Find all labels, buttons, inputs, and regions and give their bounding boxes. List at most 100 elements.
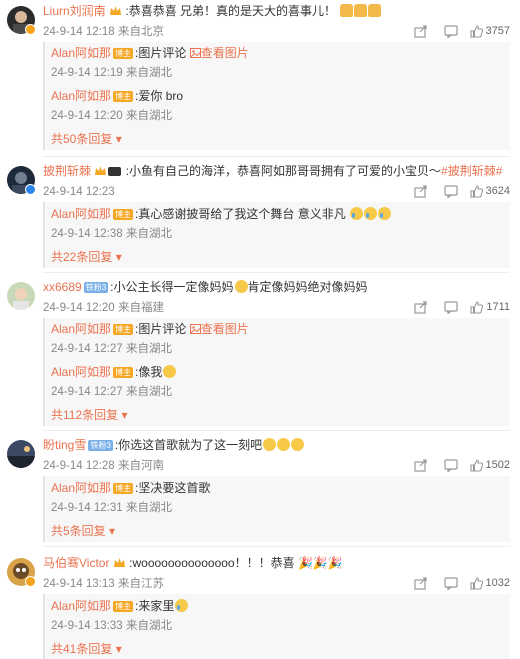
forward-icon[interactable]	[410, 182, 432, 200]
reply-username[interactable]: Alan阿如那	[51, 89, 111, 103]
thumbs-up-icon	[469, 24, 483, 38]
author-badge: 博主	[113, 209, 134, 220]
forward-icon[interactable]	[410, 298, 432, 316]
comment-time: 24-9-14 12:20	[43, 302, 115, 314]
comment-location: 来自河南	[117, 460, 164, 472]
avatar[interactable]	[7, 282, 35, 310]
comment-bubble-icon[interactable]	[440, 182, 462, 200]
view-image-link[interactable]: 查看图片	[189, 46, 249, 60]
author-badge: 博主	[113, 91, 134, 102]
divider	[43, 430, 510, 431]
reply-username[interactable]: Alan阿如那	[51, 481, 111, 495]
reply-location: 来自湖北	[125, 620, 172, 632]
reply-text: :来家里	[135, 599, 175, 613]
crown-icon	[110, 6, 122, 15]
comment-text: :小鱼有自己的海洋，恭喜阿如那哥哥拥有了可爱的小宝贝～	[125, 164, 442, 178]
divider	[43, 546, 510, 547]
avatar[interactable]	[7, 440, 35, 468]
reply-location: 来自湖北	[125, 110, 172, 122]
comment-username[interactable]: 盼ting雪	[43, 438, 86, 452]
like-button[interactable]: 1711	[470, 298, 510, 316]
view-image-link[interactable]: 查看图片	[189, 322, 249, 336]
reply-username[interactable]: Alan阿如那	[51, 322, 111, 336]
thumbs-up-emoji-icon	[340, 4, 354, 17]
reply-time: 24-9-14 12:27	[51, 343, 123, 355]
comment-username[interactable]: xx6689	[43, 280, 82, 294]
image-icon	[189, 324, 201, 334]
reply-text: :爱你 bro	[135, 89, 184, 103]
reply-time: 24-9-14 12:20	[51, 110, 123, 122]
crown-icon	[113, 558, 125, 567]
thumbs-up-icon	[469, 576, 483, 590]
comment-username[interactable]: 披荆斩棘	[43, 164, 91, 178]
author-badge: 博主	[113, 48, 134, 59]
like-button[interactable]: 3624	[469, 182, 510, 200]
author-badge: 博主	[113, 601, 134, 612]
thumbs-up-icon	[469, 458, 483, 472]
reply-time: 24-9-14 12:27	[51, 386, 123, 398]
like-count: 1032	[485, 577, 510, 589]
comment-feed: Liurn刘润南 :恭喜恭喜 兄弟！真的是天大的喜事儿！ 24-9-14 12:…	[0, 0, 520, 659]
laughing-emoji-icon	[277, 438, 291, 451]
author-badge: 博主	[113, 483, 134, 494]
like-count: 3624	[485, 185, 510, 197]
reply-text: :像我	[135, 365, 163, 379]
more-replies-link[interactable]: 共22条回复 ▾	[51, 250, 122, 264]
comment-actions: 1711	[402, 298, 510, 316]
comment-actions: 1502	[402, 456, 510, 474]
thumbs-up-emoji-icon	[368, 4, 382, 17]
author-badge: 博主	[113, 324, 134, 335]
reply-location: 来自湖北	[125, 343, 172, 355]
thumbs-up-icon	[469, 184, 483, 198]
comment-actions: 3624	[402, 182, 510, 200]
crying-emoji-icon	[350, 207, 364, 220]
comment-username[interactable]: 马伯骞Victor	[43, 556, 109, 570]
member-crown-icon	[95, 166, 122, 176]
like-button[interactable]: 1502	[469, 456, 510, 474]
more-replies-link[interactable]: 共41条回复 ▾	[51, 642, 122, 656]
reply-block: Alan阿如那 博主:坚决要这首歌 24-9-14 12:31 来自湖北 共5条回…	[43, 476, 510, 542]
reply-text: :图片评论	[135, 46, 187, 60]
comment-bubble-icon[interactable]	[440, 574, 462, 592]
reply-block: Alan阿如那 博主:图片评论 查看图片 24-9-14 12:27 来自湖北 A…	[43, 318, 510, 426]
party-popper-emoji-icon: 🎉	[327, 556, 343, 570]
author-badge: 博主	[113, 367, 134, 378]
reply-username[interactable]: Alan阿如那	[51, 599, 111, 613]
comment-text-continued: 肯定像妈妈绝对像妈妈	[247, 280, 368, 294]
reply-username[interactable]: Alan阿如那	[51, 207, 111, 221]
comment-bubble-icon[interactable]	[440, 456, 462, 474]
forward-icon[interactable]	[410, 456, 432, 474]
comment-location: 来自江苏	[117, 578, 164, 590]
more-replies-link[interactable]: 共5条回复 ▾	[51, 524, 115, 538]
forward-icon[interactable]	[410, 574, 432, 592]
reply-time: 24-9-14 12:38	[51, 228, 123, 240]
image-icon	[189, 48, 201, 58]
hashtag-link[interactable]: #披荆斩棘#	[441, 164, 502, 178]
reply-text: :图片评论	[135, 322, 187, 336]
reply-location: 来自湖北	[125, 502, 172, 514]
like-count: 3757	[485, 25, 510, 37]
like-count: 1711	[486, 301, 510, 313]
reply-username[interactable]: Alan阿如那	[51, 46, 111, 60]
verified-badge-icon	[25, 576, 36, 587]
reply-block: Alan阿如那 博主:来家里 24-9-14 13:33 来自湖北 共41条回复 …	[43, 594, 510, 659]
comment-bubble-icon[interactable]	[440, 298, 462, 316]
reply-location: 来自湖北	[125, 228, 172, 240]
comment-time: 24-9-14 12:18	[43, 26, 115, 38]
comment-bubble-icon[interactable]	[440, 22, 462, 40]
comment-actions: 3757	[402, 22, 510, 40]
forward-icon[interactable]	[410, 22, 432, 40]
reply-time: 24-9-14 12:31	[51, 502, 123, 514]
reply-username[interactable]: Alan阿如那	[51, 365, 111, 379]
more-replies-link[interactable]: 共50条回复 ▾	[51, 132, 122, 146]
like-button[interactable]: 1032	[469, 574, 510, 592]
sunglasses-emoji-icon	[163, 365, 177, 378]
comment-actions: 1032	[402, 574, 510, 592]
more-replies-link[interactable]: 共112条回复 ▾	[51, 408, 128, 422]
smile-emoji-icon	[234, 280, 248, 293]
comment-text: :小公主长得一定像妈妈	[110, 280, 234, 294]
like-button[interactable]: 3757	[469, 22, 510, 40]
comment-text: :woooooooooooooo！！！恭喜	[129, 556, 295, 570]
comment-username[interactable]: Liurn刘润南	[43, 4, 106, 18]
fan-badge: 铁粉3	[83, 282, 109, 293]
